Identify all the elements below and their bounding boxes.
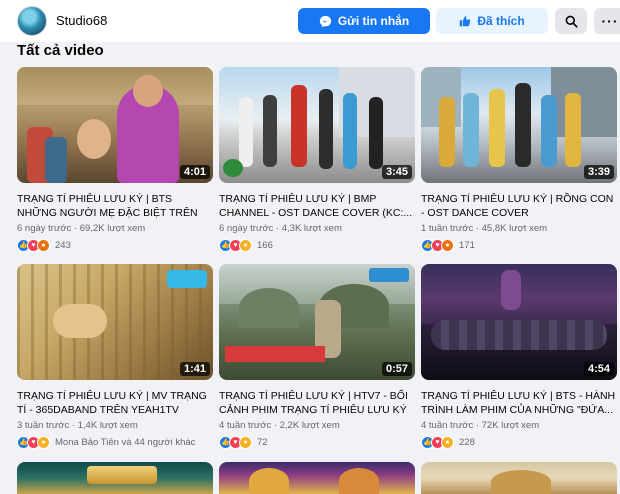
liked-label: Đã thích — [477, 14, 525, 28]
video-duration: 3:39 — [584, 165, 615, 179]
video-title[interactable]: TRẠNG TÍ PHIÊU LƯU KÝ | BMP CHANNEL - OS… — [219, 192, 415, 220]
reaction-summary[interactable]: 👍 ♥ ● 243 — [17, 238, 71, 252]
video-thumbnail[interactable] — [219, 462, 415, 494]
reaction-summary[interactable]: 👍 ♥ ● 166 — [219, 238, 273, 252]
haha-reaction-icon: ● — [239, 238, 252, 252]
reaction-summary[interactable]: 👍 ♥ ● Mona Bảo Tiên và 44 người khác — [17, 435, 195, 449]
reaction-summary[interactable]: 👍 ♥ ● 228 — [421, 435, 475, 449]
video-title[interactable]: TRẠNG TÍ PHIÊU LƯU KÝ | BTS - HÀNH TRÌNH… — [421, 389, 617, 417]
video-meta: 1 tuần trước · 45,8K lượt xem — [421, 223, 548, 234]
haha-reaction-icon: ● — [37, 435, 50, 449]
reaction-count: 171 — [459, 239, 475, 251]
page-name[interactable]: Studio68 — [56, 13, 107, 28]
video-thumbnail[interactable] — [17, 462, 213, 494]
video-title[interactable]: TRẠNG TÍ PHIÊU LƯU KÝ | BTS NHỮNG NGƯỜI … — [17, 192, 213, 220]
page-avatar[interactable] — [17, 6, 47, 36]
reaction-count: 72 — [257, 436, 268, 448]
reaction-summary[interactable]: 👍 ♥ ● 171 — [421, 238, 475, 252]
video-title[interactable]: TRẠNG TÍ PHIÊU LƯU KÝ | RỒNG CON - OST D… — [421, 192, 617, 220]
video-meta: 6 ngày trước · 69,2K lượt xem — [17, 223, 146, 234]
messenger-icon — [319, 15, 331, 27]
section-title: Tất cả video — [17, 42, 104, 59]
angry-reaction-icon: ● — [37, 238, 50, 252]
more-icon: ··· — [601, 13, 619, 29]
video-thumbnail[interactable] — [421, 462, 617, 494]
reaction-count: Mona Bảo Tiên và 44 người khác — [55, 436, 196, 448]
send-message-button[interactable]: Gửi tin nhắn — [298, 8, 430, 34]
haha-reaction-icon: ● — [441, 435, 454, 449]
thumbs-up-icon — [460, 16, 471, 27]
video-meta: 3 tuần trước · 1,4K lượt xem — [17, 420, 138, 431]
liked-button[interactable]: Đã thích — [436, 8, 548, 34]
search-icon — [565, 15, 578, 28]
video-duration: 4:54 — [584, 362, 615, 376]
send-message-label: Gửi tin nhắn — [337, 14, 410, 28]
search-button[interactable] — [555, 8, 587, 34]
reaction-summary[interactable]: 👍 ♥ ● 72 — [219, 435, 268, 449]
video-title[interactable]: TRẠNG TÍ PHIÊU LƯU KÝ | MV TRẠNG TÍ - 36… — [17, 389, 213, 417]
page-header: Studio68 Gửi tin nhắn Đã thích ··· — [0, 0, 620, 42]
reaction-count: 228 — [459, 436, 475, 448]
video-duration: 1:41 — [180, 362, 211, 376]
video-meta: 6 ngày trước · 4,3K lượt xem — [219, 223, 342, 234]
haha-reaction-icon: ● — [239, 435, 252, 449]
reaction-count: 243 — [55, 239, 71, 251]
video-meta: 4 tuần trước · 72K lượt xem — [421, 420, 540, 431]
reaction-count: 166 — [257, 239, 273, 251]
angry-reaction-icon: ● — [441, 238, 454, 252]
video-duration: 3:45 — [382, 165, 413, 179]
video-duration: 0:57 — [382, 362, 413, 376]
video-duration: 4:01 — [180, 165, 211, 179]
more-button[interactable]: ··· — [594, 8, 620, 34]
video-meta: 4 tuần trước · 2,2K lượt xem — [219, 420, 340, 431]
video-title[interactable]: TRẠNG TÍ PHIÊU LƯU KÝ | HTV7 - BỐI CẢNH … — [219, 389, 415, 417]
